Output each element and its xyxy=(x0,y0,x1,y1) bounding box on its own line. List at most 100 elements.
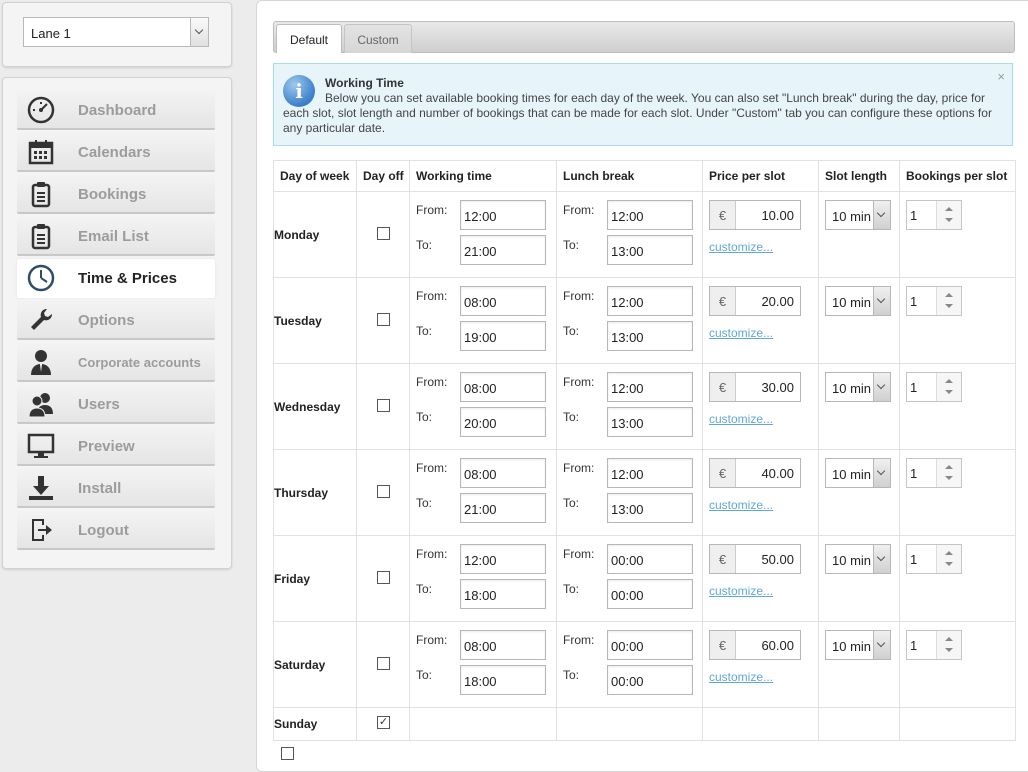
work-from-input[interactable]: 08:00 xyxy=(460,630,546,660)
lunch-to-input[interactable]: 00:00 xyxy=(607,579,693,609)
sidebar-item-options[interactable]: Options xyxy=(17,301,215,340)
lunch-to-input[interactable]: 13:00 xyxy=(607,407,693,437)
bookings-stepper[interactable]: 1 xyxy=(906,372,962,402)
work-from-input[interactable]: 12:00 xyxy=(460,200,546,230)
slot-length-select[interactable]: 10 min xyxy=(825,458,891,488)
column-header-price: Price per slot xyxy=(702,160,819,192)
dayoff-checkbox[interactable] xyxy=(377,657,390,670)
sidebar-item-install[interactable]: Install xyxy=(17,469,215,508)
stepper-buttons[interactable] xyxy=(936,545,961,573)
slot-length-select[interactable]: 10 min xyxy=(825,630,891,660)
bookings-cell: 1 xyxy=(899,621,1016,708)
stepper-buttons[interactable] xyxy=(936,201,961,229)
dayoff-checkbox[interactable] xyxy=(377,571,390,584)
sidebar-item-bookings[interactable]: Bookings xyxy=(17,175,215,214)
lunch-from-input[interactable]: 12:00 xyxy=(607,286,693,316)
slot-length-arrow[interactable] xyxy=(873,287,890,315)
arrow-down-icon[interactable] xyxy=(945,304,953,308)
arrow-up-icon[interactable] xyxy=(945,293,953,297)
price-input[interactable]: €50.00 xyxy=(709,544,801,574)
bookings-stepper[interactable]: 1 xyxy=(906,200,962,230)
work-from-input[interactable]: 08:00 xyxy=(460,372,546,402)
customize-link[interactable]: customize... xyxy=(709,326,773,340)
lunch-to-input[interactable]: 13:00 xyxy=(607,235,693,265)
stepper-buttons[interactable] xyxy=(936,631,961,659)
lunch-from-input[interactable]: 12:00 xyxy=(607,458,693,488)
price-input[interactable]: €60.00 xyxy=(709,630,801,660)
lunch-to-input[interactable]: 13:00 xyxy=(607,321,693,351)
lane-select-arrow[interactable] xyxy=(190,18,208,46)
lunch-from-input[interactable]: 00:00 xyxy=(607,544,693,574)
customize-link[interactable]: customize... xyxy=(709,240,773,254)
bookings-stepper[interactable]: 1 xyxy=(906,458,962,488)
work-from-input[interactable]: 08:00 xyxy=(460,458,546,488)
tab-custom[interactable]: Custom xyxy=(344,24,412,53)
dayoff-checkbox[interactable] xyxy=(377,399,390,412)
tab-default[interactable]: Default xyxy=(276,24,342,53)
bottom-checkbox[interactable] xyxy=(281,747,294,760)
work-to-input[interactable]: 21:00 xyxy=(460,493,546,523)
lunch-to-input[interactable]: 13:00 xyxy=(607,493,693,523)
arrow-up-icon[interactable] xyxy=(945,637,953,641)
bookings-stepper[interactable]: 1 xyxy=(906,544,962,574)
sidebar-item-logout[interactable]: Logout xyxy=(17,511,215,550)
customize-link[interactable]: customize... xyxy=(709,412,773,426)
close-icon[interactable]: × xyxy=(997,69,1005,84)
slot-length-select[interactable]: 10 min xyxy=(825,544,891,574)
arrow-down-icon[interactable] xyxy=(945,390,953,394)
from-label: From: xyxy=(563,633,595,647)
arrow-down-icon[interactable] xyxy=(945,562,953,566)
price-input[interactable]: €20.00 xyxy=(709,286,801,316)
arrow-up-icon[interactable] xyxy=(945,379,953,383)
work-from-input[interactable]: 08:00 xyxy=(460,286,546,316)
dayoff-checkbox-checked[interactable]: ✓ xyxy=(377,716,390,729)
work-to-input[interactable]: 21:00 xyxy=(460,235,546,265)
sidebar-item-dashboard[interactable]: Dashboard xyxy=(17,91,215,130)
price-input[interactable]: €10.00 xyxy=(709,200,801,230)
dayoff-checkbox[interactable] xyxy=(377,227,390,240)
dayoff-checkbox[interactable] xyxy=(377,313,390,326)
arrow-up-icon[interactable] xyxy=(945,465,953,469)
sidebar-item-calendars[interactable]: Calendars xyxy=(17,133,215,172)
stepper-buttons[interactable] xyxy=(936,459,961,487)
slot-length-arrow[interactable] xyxy=(873,373,890,401)
arrow-up-icon[interactable] xyxy=(945,207,953,211)
slot-length-arrow[interactable] xyxy=(873,201,890,229)
to-label: To: xyxy=(416,238,433,252)
lunch-from-input[interactable]: 12:00 xyxy=(607,200,693,230)
sidebar-item-time-prices[interactable]: Time & Prices xyxy=(17,259,215,298)
slot-length-arrow[interactable] xyxy=(873,545,890,573)
price-input[interactable]: €30.00 xyxy=(709,372,801,402)
customize-link[interactable]: customize... xyxy=(709,670,773,684)
customize-link[interactable]: customize... xyxy=(709,498,773,512)
lunch-from-input[interactable]: 00:00 xyxy=(607,630,693,660)
arrow-down-icon[interactable] xyxy=(945,476,953,480)
work-to-input[interactable]: 18:00 xyxy=(460,579,546,609)
sidebar-item-email-list[interactable]: Email List xyxy=(17,217,215,256)
lunch-from-input[interactable]: 12:00 xyxy=(607,372,693,402)
stepper-buttons[interactable] xyxy=(936,373,961,401)
bookings-stepper[interactable]: 1 xyxy=(906,630,962,660)
slot-length-arrow[interactable] xyxy=(873,631,890,659)
slot-length-arrow[interactable] xyxy=(873,459,890,487)
lunch-to-input[interactable]: 00:00 xyxy=(607,665,693,695)
stepper-buttons[interactable] xyxy=(936,287,961,315)
sidebar-item-users[interactable]: Users xyxy=(17,385,215,424)
sidebar-item-corporate-accounts[interactable]: Corporate accounts xyxy=(17,343,215,382)
arrow-down-icon[interactable] xyxy=(945,218,953,222)
arrow-up-icon[interactable] xyxy=(945,551,953,555)
dayoff-checkbox[interactable] xyxy=(377,485,390,498)
work-to-input[interactable]: 19:00 xyxy=(460,321,546,351)
bookings-stepper[interactable]: 1 xyxy=(906,286,962,316)
work-from-input[interactable]: 12:00 xyxy=(460,544,546,574)
slot-length-select[interactable]: 10 min xyxy=(825,286,891,316)
price-input[interactable]: €40.00 xyxy=(709,458,801,488)
work-to-input[interactable]: 18:00 xyxy=(460,665,546,695)
slot-length-select[interactable]: 10 min xyxy=(825,200,891,230)
sidebar-item-preview[interactable]: Preview xyxy=(17,427,215,466)
work-to-input[interactable]: 20:00 xyxy=(460,407,546,437)
slot-length-select[interactable]: 10 min xyxy=(825,372,891,402)
lane-select[interactable]: Lane 1 xyxy=(23,17,209,47)
customize-link[interactable]: customize... xyxy=(709,584,773,598)
arrow-down-icon[interactable] xyxy=(945,648,953,652)
